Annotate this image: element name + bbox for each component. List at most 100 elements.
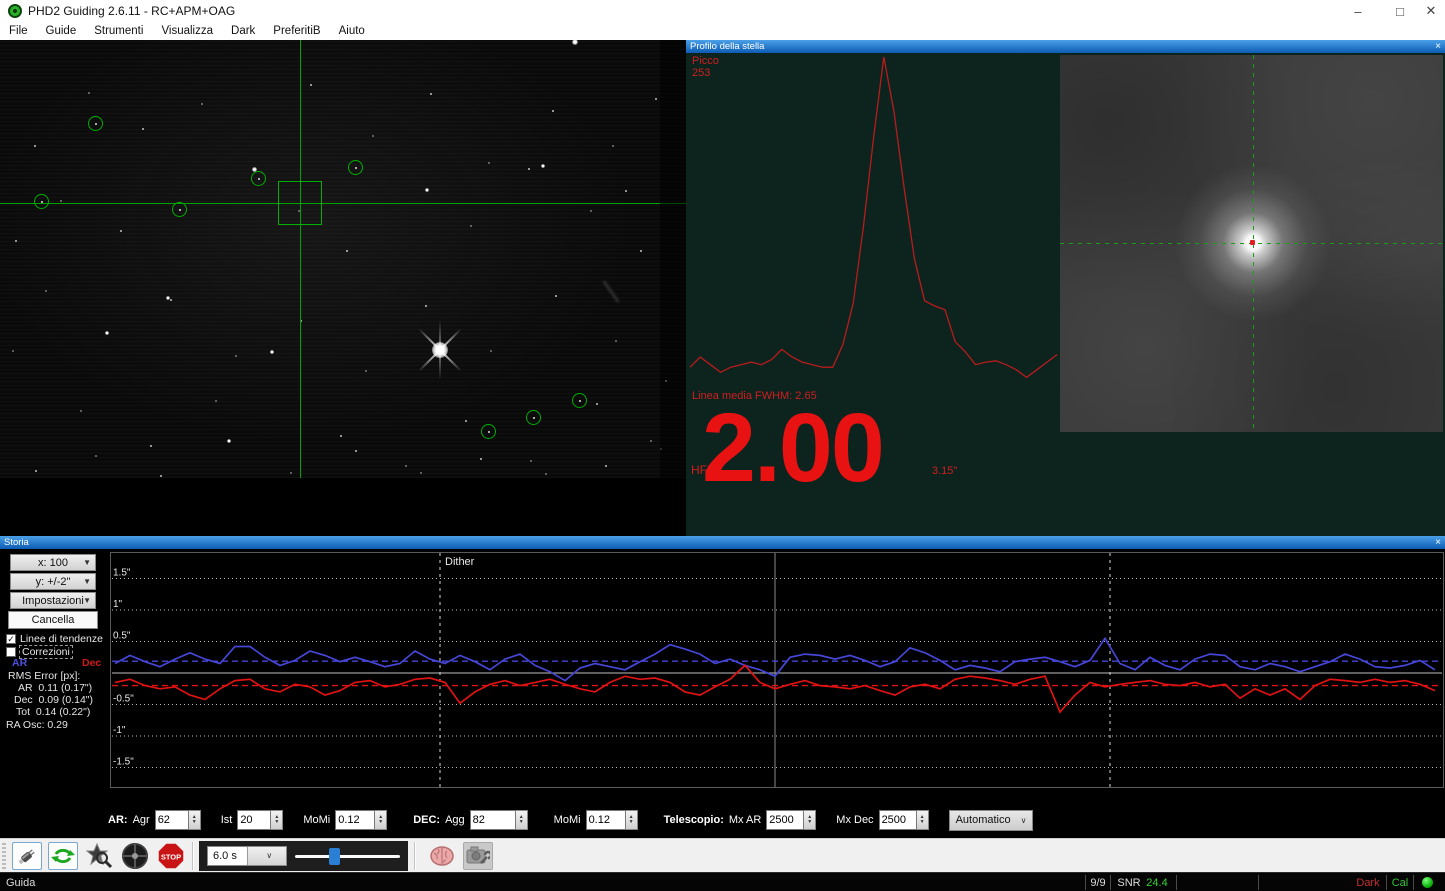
star-profile-close-icon[interactable]: × [1435,42,1441,51]
star [470,225,472,227]
star [420,472,422,474]
crosshair-target-icon [121,842,149,870]
ist-input[interactable] [237,810,271,830]
crosshair-vertical [300,40,301,478]
stop-button[interactable]: STOP [156,842,186,870]
star [120,230,122,232]
agg-input[interactable] [470,810,516,830]
auto-select-star-button[interactable] [84,842,114,870]
momi2-input[interactable] [586,810,626,830]
ist-label: Ist [221,814,233,826]
menu-visualizza[interactable]: Visualizza [152,25,222,37]
status-frames: 9/9 [1086,873,1110,891]
bright-star [166,296,170,300]
star [490,350,492,352]
window-title: PHD2 Guiding 2.6.11 - RC+APM+OAG [28,4,235,18]
star [355,450,357,452]
guide-button[interactable] [120,842,150,870]
star [88,92,90,94]
close-button[interactable]: ✕ [1414,0,1445,22]
svg-text:1": 1" [113,599,123,610]
star [465,420,467,422]
star [612,145,614,147]
menu-aiuto[interactable]: Aiuto [330,25,374,37]
history-title: Storia [4,537,29,548]
momi2-spinner[interactable]: ▲▼ [586,810,638,830]
toolbar-separator [414,842,415,870]
guide-star-circle [481,424,496,439]
agr-input[interactable] [155,810,189,830]
menu-dark[interactable]: Dark [222,25,264,37]
x-scale-dropdown[interactable]: x: 100▼ [10,554,96,571]
guide-mode-select[interactable]: Automatico ∨ [949,810,1034,831]
phd2-window: PHD2 Guiding 2.6.11 - RC+APM+OAG – □ ✕ F… [0,0,1445,891]
star [95,455,97,457]
history-header: Storia × [0,536,1445,549]
gamma-slider[interactable] [295,846,400,866]
status-snr-label: SNR [1114,873,1144,891]
selected-star-box [278,181,322,225]
connect-equipment-button[interactable] [12,842,42,870]
star [346,250,348,252]
momi1-spinner[interactable]: ▲▼ [335,810,387,830]
menu-strumenti[interactable]: Strumenti [85,25,152,37]
y-scale-dropdown[interactable]: y: +/-2"▼ [10,573,96,590]
menu-guide[interactable]: Guide [37,25,86,37]
agg-label: Agg [445,814,465,826]
star [170,299,172,301]
settings-dropdown[interactable]: Impostazioni▼ [10,592,96,609]
momi1-input[interactable] [335,810,375,830]
star [596,403,598,405]
agg-spinner[interactable]: ▲▼ [470,810,528,830]
telescope-section-label: Telescopio: [664,814,724,826]
star [480,458,482,460]
guide-star-circle [251,171,266,186]
mxdec-input[interactable] [879,810,917,830]
advanced-settings-button[interactable] [427,842,457,870]
camera-settings-button-disabled [463,842,493,870]
status-led-green [1422,877,1433,888]
ar-section-label: AR: [108,814,128,826]
history-graph: 1.5"1"0.5"-0.5"-1"-1.5" [110,552,1444,804]
guide-camera-image[interactable] [0,40,686,478]
mxar-input[interactable] [766,810,804,830]
history-close-icon[interactable]: × [1435,538,1441,547]
ist-spinner[interactable]: ▲▼ [237,810,283,830]
history-pane: Storia × x: 100▼ y: +/-2"▼ Impostazioni▼… [0,536,1445,838]
agr-spinner[interactable]: ▲▼ [155,810,201,830]
mxar-spinner[interactable]: ▲▼ [766,810,816,830]
star [201,103,203,105]
main-toolbar: STOP 6.0 s ∨ [0,838,1445,872]
guide-star-circle [348,160,363,175]
loop-exposure-button[interactable] [48,842,78,870]
momi1-label: MoMi [303,814,330,826]
guide-star-circle [88,116,103,131]
svg-text:1.5": 1.5" [113,568,131,579]
star-profile-title: Profilo della stella [690,41,764,52]
svg-text:STOP: STOP [161,852,181,861]
mxdec-spinner[interactable]: ▲▼ [879,810,929,830]
guide-star-zoom-image [1060,55,1443,432]
maximize-button[interactable]: □ [1383,0,1417,22]
exposure-select[interactable]: 6.0 s ∨ [207,846,287,866]
usb-plug-icon [15,844,39,868]
star [372,135,374,137]
legend-dec: Dec [82,657,101,669]
minimize-button[interactable]: – [1341,0,1375,22]
toolbar-grip[interactable] [2,843,6,869]
clear-button[interactable]: Cancella [8,611,98,629]
star [310,84,312,86]
hfd-arcsec: 3.15" [932,465,957,477]
camera-wrench-icon [466,845,490,867]
star [528,168,530,170]
menu-file[interactable]: File [0,25,37,37]
menu-preferiti[interactable]: PreferitiB [264,25,329,37]
checkbox-unchecked-icon [6,647,16,657]
slider-handle[interactable] [329,848,340,865]
trend-lines-checkbox[interactable]: ✓ Linee di tendenze [6,633,103,645]
bright-star [270,350,274,354]
rms-header: RMS Error [px]: [8,670,80,682]
loop-arrows-icon [51,844,75,868]
chevron-down-icon: ∨ [1021,816,1027,825]
brain-icon [429,844,455,868]
